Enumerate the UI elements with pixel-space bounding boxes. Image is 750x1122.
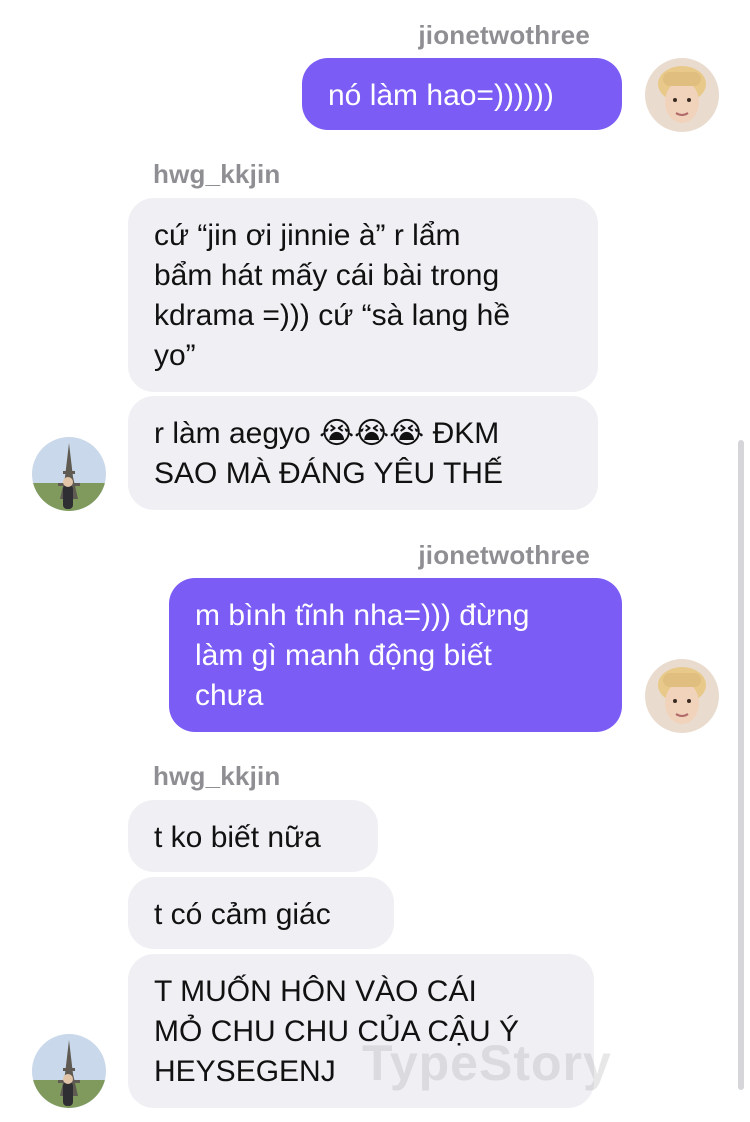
sender-name: hwg_kkjin [153, 159, 281, 189]
message-bubble-outgoing[interactable]: nó làm hao=)))))) [302, 58, 622, 130]
chat-thread: jionetwothree nó làm hao=)))))) hwg_kkji… [0, 0, 750, 1122]
avatar-photo-icon [645, 659, 719, 733]
avatar-photo-icon [32, 437, 106, 511]
message-bubble-outgoing[interactable]: m bình tĩnh nha=))) đừng làm gì manh độn… [169, 578, 622, 732]
watermark: TypeStory [362, 1035, 612, 1091]
sender-name: hwg_kkjin [153, 761, 281, 791]
sender-name: jionetwothree [418, 540, 590, 570]
avatar-hwg_kkjin[interactable] [32, 1034, 106, 1108]
message-bubble-incoming[interactable]: t ko biết nữa [128, 800, 378, 872]
avatar-photo-icon [32, 1034, 106, 1108]
avatar-photo-icon [645, 58, 719, 132]
message-bubble-incoming[interactable]: cứ “jin ơi jinnie à” r lẩm bẩm hát mấy c… [128, 198, 598, 392]
message-bubble-incoming[interactable]: r làm aegyo 😭😭😭 ĐKM SAO MÀ ĐÁNG YÊU THẾ [128, 396, 598, 510]
scrollbar[interactable] [738, 440, 744, 1090]
avatar-hwg_kkjin[interactable] [32, 437, 106, 511]
message-bubble-incoming[interactable]: t có cảm giác [128, 877, 394, 949]
avatar-jionetwothree[interactable] [645, 659, 719, 733]
sender-name: jionetwothree [418, 20, 590, 50]
avatar-jionetwothree[interactable] [645, 58, 719, 132]
